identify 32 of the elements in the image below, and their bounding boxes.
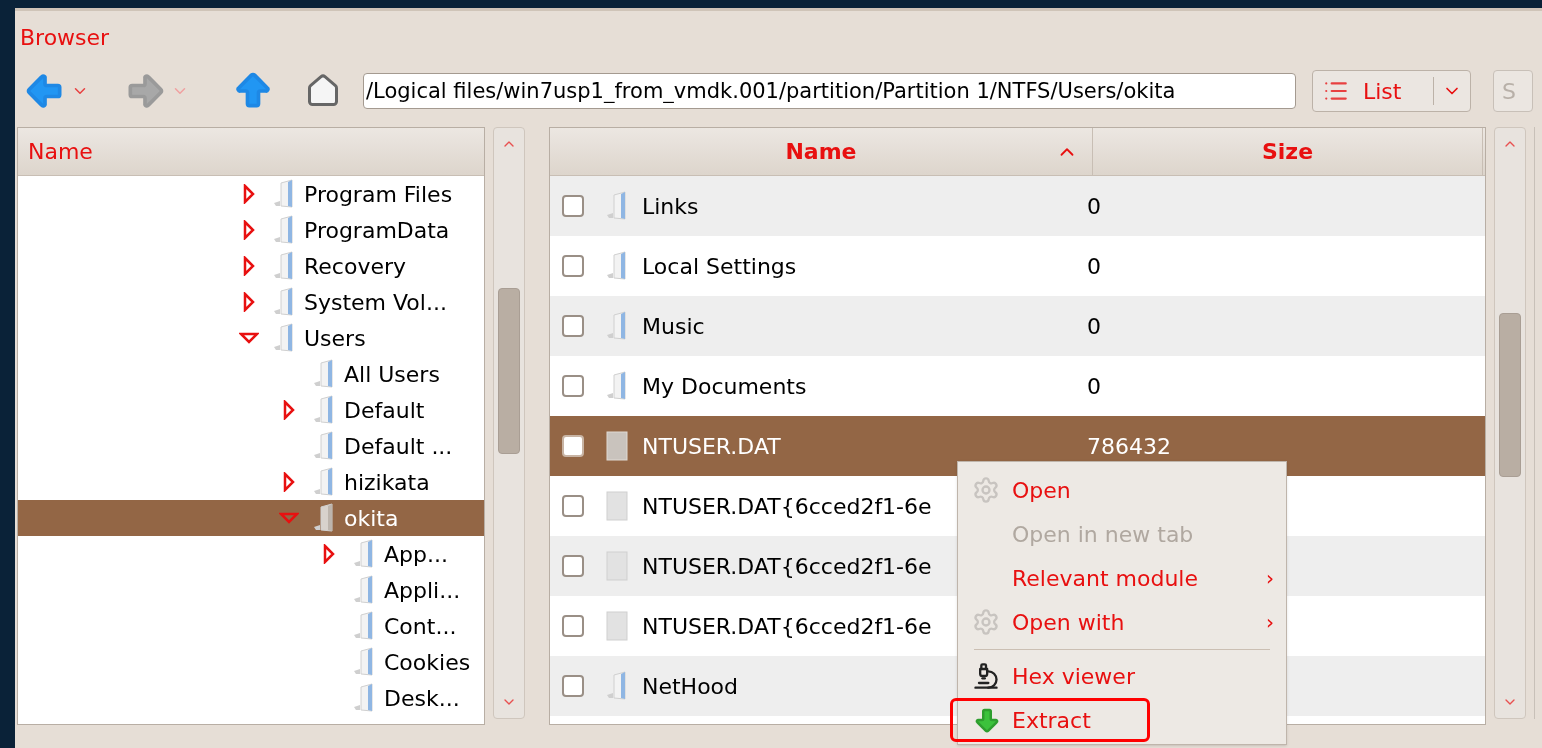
tree-item-label: Users bbox=[304, 324, 366, 353]
tree-item-label: System Vol... bbox=[304, 288, 447, 317]
file-name: NTUSER.DAT{6cced2f1-6e bbox=[642, 612, 932, 641]
file-name: NetHood bbox=[642, 672, 739, 701]
file-name: NTUSER.DAT{6cced2f1-6e bbox=[642, 552, 932, 581]
file-name: Local Settings bbox=[642, 252, 797, 281]
file-name: My Documents bbox=[642, 372, 807, 401]
file-size: 0 bbox=[1087, 253, 1101, 281]
file-name: Music bbox=[642, 312, 705, 341]
tree-item-label: ProgramData bbox=[304, 216, 450, 245]
tree-item-label: All Users bbox=[344, 360, 440, 389]
tree-item-label: Cont... bbox=[384, 612, 457, 641]
tree-item-label: Cookies bbox=[384, 648, 471, 677]
submenu-arrow: › bbox=[1266, 609, 1274, 636]
window-title: Browser bbox=[19, 24, 111, 52]
tree-item-label: Program Files bbox=[304, 180, 453, 209]
tree-item-label: Default bbox=[344, 396, 425, 425]
tree-item-label: App... bbox=[384, 540, 448, 569]
file-size: 0 bbox=[1087, 373, 1101, 401]
file-size: 0 bbox=[1087, 313, 1101, 341]
file-name: NTUSER.DAT{6cced2f1-6e bbox=[642, 492, 932, 521]
file-size: 786432 bbox=[1087, 433, 1171, 461]
file-name: NTUSER.DAT bbox=[642, 432, 781, 461]
tree-item-label: Desk... bbox=[384, 684, 460, 713]
submenu-arrow: › bbox=[1266, 565, 1274, 592]
tree-item-label: Appli... bbox=[384, 576, 461, 605]
tree-item-label: Recovery bbox=[304, 252, 406, 281]
tree-item-label: okita bbox=[344, 504, 399, 533]
tree-item-label: hizikata bbox=[344, 468, 430, 497]
file-size: 0 bbox=[1087, 193, 1101, 221]
tree-item-label: Default ... bbox=[344, 432, 453, 461]
file-name: Links bbox=[642, 192, 699, 221]
